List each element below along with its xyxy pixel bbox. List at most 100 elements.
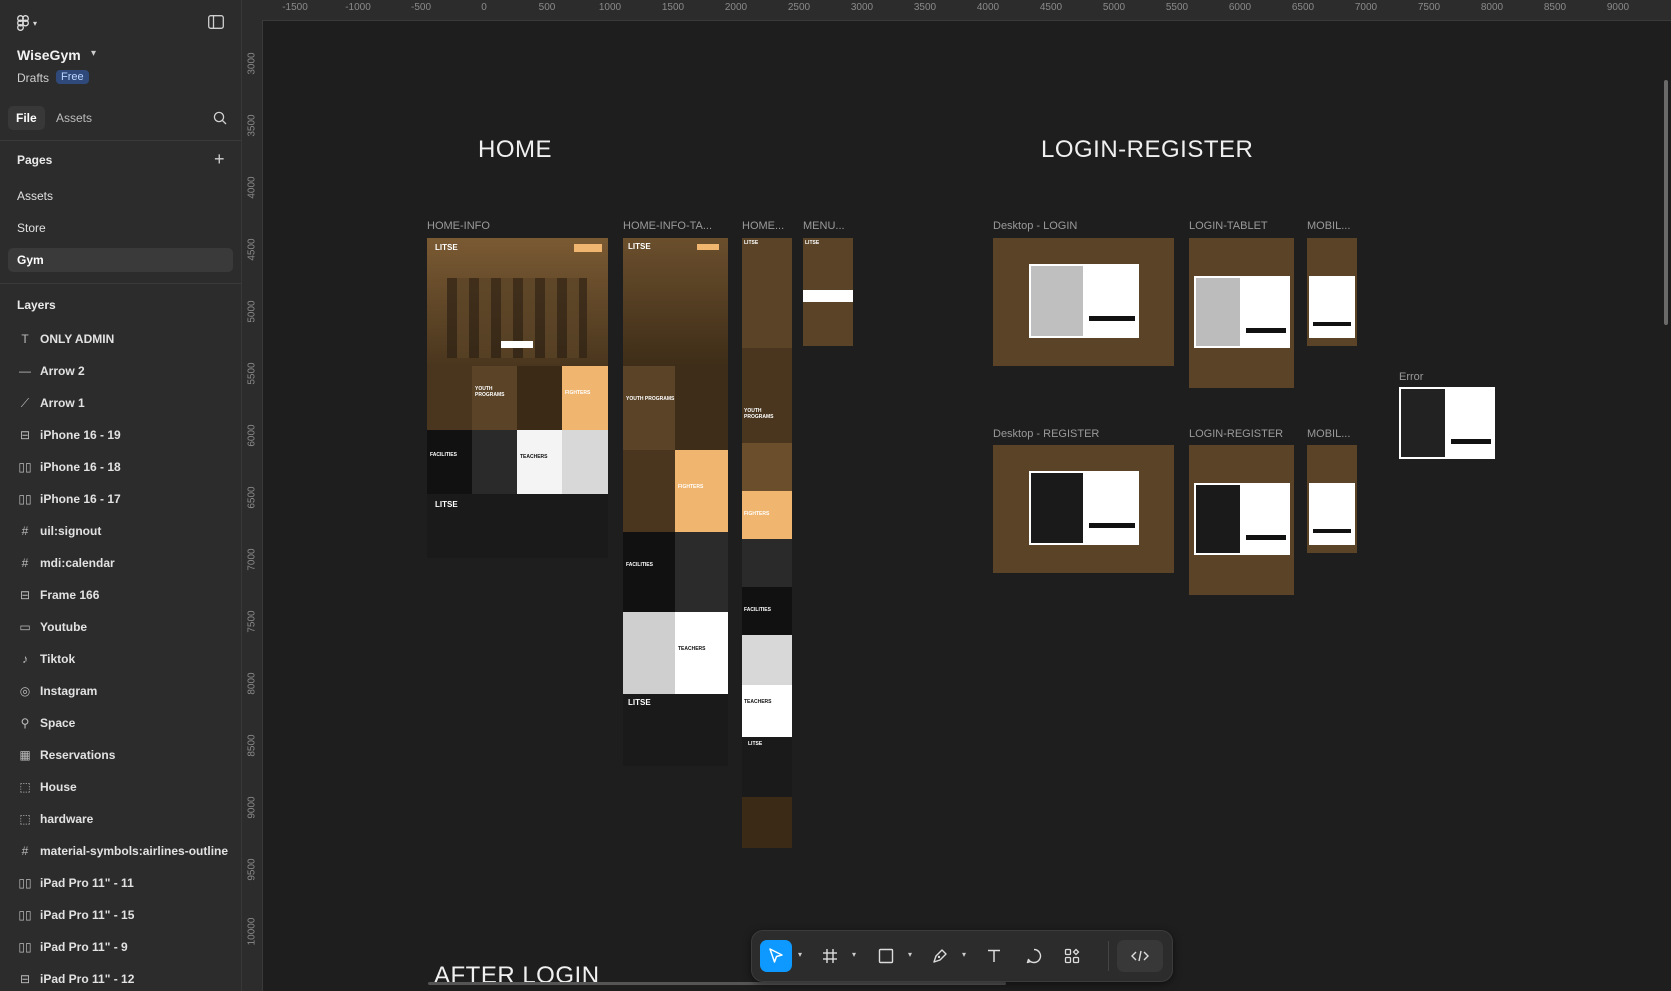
chevron-down-icon[interactable]: ▾ bbox=[798, 950, 802, 959]
register-card-button bbox=[1313, 529, 1351, 533]
login-card-button bbox=[1089, 316, 1135, 321]
layer-item[interactable]: # mdi:calendar bbox=[8, 550, 233, 576]
frame-home-info[interactable]: LITSE YOUTH PROGRAMS FIGHTERS FACILITIES… bbox=[427, 238, 608, 558]
dashed-frame-icon: ⬚ bbox=[19, 812, 31, 826]
frame-label[interactable]: HOME... bbox=[742, 220, 784, 232]
layer-item[interactable]: ▯▯ iPad Pro 11" - 9 bbox=[8, 934, 233, 960]
layer-item[interactable]: ▦ Reservations bbox=[8, 742, 233, 768]
toggle-sidebar-icon[interactable] bbox=[208, 15, 224, 29]
search-icon[interactable] bbox=[213, 111, 227, 125]
frame-login-register[interactable] bbox=[1189, 445, 1294, 595]
frame-home-info-tablet[interactable]: LITSE YOUTH PROGRAMS FIGHTERS FACILITIES… bbox=[623, 238, 728, 766]
footer: LITSE bbox=[742, 737, 792, 797]
layer-item[interactable]: ⊟ iPhone 16 - 19 bbox=[8, 422, 233, 448]
comment-tool-button[interactable] bbox=[1018, 940, 1050, 972]
autolayout-icon: ▯▯ bbox=[18, 460, 32, 474]
chevron-down-icon[interactable]: ▾ bbox=[908, 950, 912, 959]
frame-home-mobile[interactable]: LITSE YOUTH PROGRAMS FIGHTERS FACILITIES… bbox=[742, 238, 792, 848]
move-tool-button[interactable] bbox=[760, 940, 792, 972]
layer-item[interactable]: ⊟ Frame 166 bbox=[8, 582, 233, 608]
login-card-image bbox=[1031, 266, 1083, 336]
frame-label[interactable]: MOBIL... bbox=[1307, 428, 1350, 440]
add-page-icon[interactable]: + bbox=[214, 150, 225, 168]
layer-item[interactable]: ⚲ Space bbox=[8, 710, 233, 736]
autolayout-icon: ▯▯ bbox=[18, 876, 32, 890]
text-icon: T bbox=[21, 332, 29, 346]
text-tool-button[interactable] bbox=[978, 940, 1010, 972]
layer-item[interactable]: T ONLY ADMIN bbox=[8, 326, 233, 352]
figma-menu-icon[interactable]: ▾ bbox=[17, 14, 47, 32]
ruler-tick-label: 1000 bbox=[598, 2, 622, 13]
section-title-login[interactable]: LOGIN-REGISTER bbox=[1041, 136, 1253, 164]
frame-label[interactable]: Desktop - REGISTER bbox=[993, 428, 1099, 440]
frame-label[interactable]: MOBIL... bbox=[1307, 220, 1350, 232]
layer-item[interactable]: ▯▯ iPad Pro 11" - 11 bbox=[8, 870, 233, 896]
ruler-tick-label: 9000 bbox=[1606, 2, 1630, 13]
frame-desktop-login[interactable] bbox=[993, 238, 1174, 366]
frame-error[interactable] bbox=[1399, 387, 1495, 459]
left-sidebar: ▾ WiseGym ▾ Drafts Free File Assets Page… bbox=[0, 0, 242, 991]
frame-label[interactable]: LOGIN-REGISTER bbox=[1189, 428, 1283, 440]
frame-login-tablet[interactable] bbox=[1189, 238, 1294, 388]
layer-item[interactable]: ▭ Youtube bbox=[8, 614, 233, 640]
tab-assets[interactable]: Assets bbox=[48, 106, 100, 130]
youth-panel: YOUTH PROGRAMS bbox=[623, 366, 675, 450]
layer-item[interactable]: ⬚ hardware bbox=[8, 806, 233, 832]
page-item-assets[interactable]: Assets bbox=[8, 184, 233, 208]
project-name[interactable]: WiseGym bbox=[17, 47, 81, 63]
register-card-image bbox=[1031, 473, 1083, 543]
code-icon bbox=[1131, 950, 1149, 962]
layer-item[interactable]: ⊟ iPad Pro 11" - 12 bbox=[8, 966, 233, 991]
layer-item[interactable]: # uil:signout bbox=[8, 518, 233, 544]
layer-name: Instagram bbox=[40, 684, 98, 698]
section-title-home[interactable]: HOME bbox=[478, 136, 552, 164]
teachers-panel: TEACHERS bbox=[742, 685, 792, 737]
frame-label[interactable]: LOGIN-TABLET bbox=[1189, 220, 1268, 232]
thumb-image bbox=[472, 430, 517, 494]
frame-label[interactable]: Error bbox=[1399, 371, 1423, 383]
layer-item[interactable]: ◎ Instagram bbox=[8, 678, 233, 704]
frame-desktop-register[interactable] bbox=[993, 445, 1174, 573]
frame-menu[interactable]: LITSE bbox=[803, 238, 853, 346]
dev-mode-toggle[interactable] bbox=[1117, 940, 1163, 972]
project-chevron-icon[interactable]: ▾ bbox=[91, 48, 96, 59]
shape-tool-button[interactable] bbox=[870, 940, 902, 972]
design-canvas[interactable]: HOME LOGIN-REGISTER AFTER LOGIN HOME-INF… bbox=[263, 21, 1671, 991]
layer-item[interactable]: ♪ Tiktok bbox=[8, 646, 233, 672]
frame-label[interactable]: MENU... bbox=[803, 220, 845, 232]
frame-label[interactable]: Desktop - LOGIN bbox=[993, 220, 1077, 232]
login-card bbox=[1194, 276, 1290, 348]
layer-item[interactable]: ▯▯ iPhone 16 - 18 bbox=[8, 454, 233, 480]
layer-item[interactable]: ⟋ Arrow 1 bbox=[8, 390, 233, 416]
pen-tool-button[interactable] bbox=[924, 940, 956, 972]
frame-label[interactable]: HOME-INFO bbox=[427, 220, 490, 232]
layer-item[interactable]: ▯▯ iPhone 16 - 17 bbox=[8, 486, 233, 512]
chevron-down-icon[interactable]: ▾ bbox=[962, 950, 966, 959]
layer-item[interactable]: — Arrow 2 bbox=[8, 358, 233, 384]
layer-item[interactable]: ⬚ House bbox=[8, 774, 233, 800]
login-card-button bbox=[1313, 322, 1351, 326]
components-icon bbox=[1064, 948, 1080, 964]
frame-label[interactable]: HOME-INFO-TA... bbox=[623, 220, 712, 232]
actions-tool-button[interactable] bbox=[1056, 940, 1088, 972]
layer-item[interactable]: # material-symbols:airlines-outline bbox=[8, 838, 233, 864]
ruler-tick-label: -1500 bbox=[282, 2, 308, 13]
canvas-scrollbar-horizontal[interactable] bbox=[428, 982, 1006, 985]
frame-tool-button[interactable] bbox=[814, 940, 846, 972]
page-item-store[interactable]: Store bbox=[8, 216, 233, 240]
drafts-label[interactable]: Drafts bbox=[17, 71, 49, 85]
chevron-down-icon: ▾ bbox=[33, 18, 38, 28]
frame-mobile-register[interactable] bbox=[1307, 445, 1357, 553]
page-item-gym[interactable]: Gym bbox=[8, 248, 233, 272]
layer-name: Arrow 2 bbox=[40, 364, 85, 378]
section-title-after-login[interactable]: AFTER LOGIN bbox=[434, 962, 600, 990]
frame-icon: ⊟ bbox=[19, 428, 31, 442]
chevron-down-icon[interactable]: ▾ bbox=[852, 950, 856, 959]
login-card bbox=[1029, 264, 1139, 338]
comment-icon bbox=[1026, 948, 1042, 964]
canvas-scrollbar-vertical[interactable] bbox=[1664, 80, 1668, 325]
layer-item[interactable]: ▯▯ iPad Pro 11" - 15 bbox=[8, 902, 233, 928]
tab-file[interactable]: File bbox=[8, 106, 45, 130]
rectangle-icon bbox=[878, 948, 894, 964]
frame-mobile-login[interactable] bbox=[1307, 238, 1357, 346]
